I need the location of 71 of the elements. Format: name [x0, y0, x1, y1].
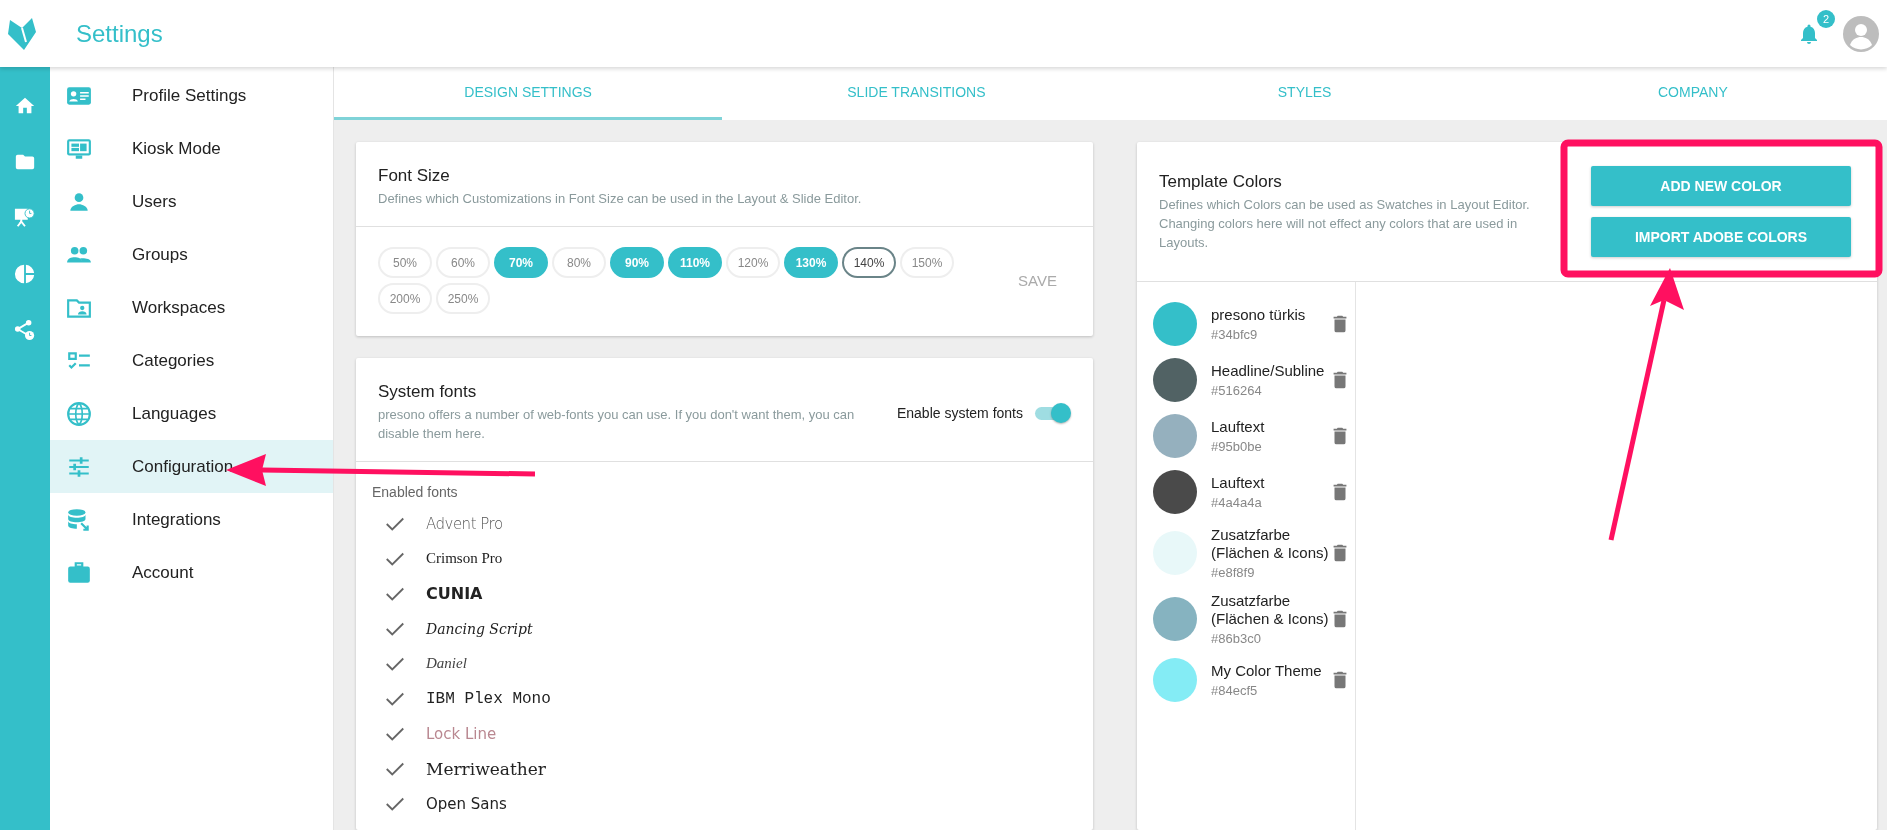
- sidebar-item[interactable]: Groups: [50, 228, 333, 281]
- font-name: Lock Line: [426, 724, 497, 743]
- sidebar-item[interactable]: Kiosk Mode: [50, 122, 333, 175]
- color-name: Headline/Subline: [1211, 362, 1326, 380]
- card-description: Defines which Colors can be used as Swatches in Layout Editor. Changing colors here will not effect any colors that are used in Layouts.: [1159, 195, 1531, 252]
- color-hex: #86b3c0: [1211, 631, 1262, 646]
- font-name: IBM Plex Mono: [426, 689, 551, 708]
- sidebar-item[interactable]: Users: [50, 175, 333, 228]
- font-size-chip[interactable]: 50%: [378, 247, 432, 278]
- font-name: Daniel: [426, 655, 467, 672]
- font-name: Advent Pro: [426, 514, 503, 533]
- toggle-label: Enable system fonts: [896, 404, 1023, 421]
- color-hex: #95b0be: [1211, 439, 1263, 454]
- database-icon: [66, 506, 92, 533]
- font-name: Dancing Script: [426, 620, 533, 637]
- section-label: Enabled fonts: [372, 484, 459, 500]
- card-description: Defines which Customizations in Font Size can be used in the Layout & Slide Editor.: [378, 190, 863, 208]
- card-title: Template Colors: [1159, 171, 1283, 192]
- font-size-chip[interactable]: 250%: [436, 283, 490, 314]
- font-size-chip[interactable]: 90%: [610, 247, 664, 278]
- color-swatch[interactable]: [1153, 302, 1197, 346]
- font-size-chip[interactable]: 120%: [726, 247, 780, 278]
- color-hex: #516264: [1211, 383, 1263, 398]
- color-swatch[interactable]: [1153, 470, 1197, 514]
- color-name: Lauftext: [1211, 474, 1266, 492]
- sidebar-item[interactable]: Account: [50, 546, 333, 599]
- color-swatch[interactable]: [1153, 358, 1197, 402]
- font-size-chip[interactable]: 150%: [900, 247, 954, 278]
- color-hex: #84ecf5: [1211, 683, 1259, 698]
- color-name: Zusatzfarbe (Flächen & Icons): [1211, 526, 1329, 562]
- color-hex: #4a4a4a: [1211, 495, 1263, 510]
- font-size-chip[interactable]: 200%: [378, 283, 432, 314]
- font-size-chip[interactable]: 130%: [784, 247, 838, 278]
- notification-badge: 2: [1817, 9, 1835, 28]
- font-size-chip[interactable]: 60%: [436, 247, 490, 278]
- action-button[interactable]: IMPORT ADOBE COLORS: [1591, 217, 1851, 257]
- page-title: Settings: [76, 19, 163, 48]
- font-name: CUNIA: [426, 584, 483, 603]
- color-swatch[interactable]: [1153, 414, 1197, 458]
- color-hex: #e8f8f9: [1211, 565, 1256, 580]
- card-title: Font Size: [378, 166, 451, 186]
- tab[interactable]: SLIDE TRANSITIONS: [722, 67, 1111, 120]
- color-name: presono türkis: [1211, 306, 1307, 324]
- font-size-chip[interactable]: 140%: [842, 247, 896, 278]
- tab[interactable]: DESIGN SETTINGS: [334, 67, 723, 120]
- card-title: System fonts: [378, 382, 478, 402]
- sidebar-item[interactable]: Configuration: [50, 440, 333, 493]
- tab[interactable]: STYLES: [1110, 67, 1499, 120]
- sidebar-item[interactable]: Workspaces: [50, 281, 333, 334]
- sidebar-item[interactable]: Integrations: [50, 493, 333, 546]
- tab[interactable]: COMPANY: [1498, 67, 1887, 120]
- sidebar-item[interactable]: Languages: [50, 387, 333, 440]
- color-name: Zusatzfarbe (Flächen & Icons): [1211, 592, 1329, 628]
- action-button[interactable]: ADD NEW COLOR: [1591, 166, 1851, 206]
- card-description: presono offers a number of web-fonts you can use. If you don't want them, you can disable them here.: [378, 406, 856, 443]
- sidebar-item[interactable]: Profile Settings: [50, 69, 333, 122]
- font-name: Crimson Pro: [426, 550, 503, 567]
- globe-icon: [66, 400, 92, 427]
- color-name: Lauftext: [1211, 418, 1266, 436]
- briefcase-icon: [66, 559, 92, 586]
- color-name: My Color Theme: [1211, 662, 1323, 680]
- color-swatch[interactable]: [1153, 658, 1197, 702]
- color-swatch[interactable]: [1153, 597, 1197, 641]
- font-name: Open Sans: [426, 794, 507, 813]
- save-button[interactable]: SAVE: [1012, 271, 1063, 290]
- font-size-chip[interactable]: 80%: [552, 247, 606, 278]
- font-size-chip[interactable]: 110%: [668, 247, 722, 278]
- font-size-chip[interactable]: 70%: [494, 247, 548, 278]
- font-name: Merriweather: [426, 758, 546, 779]
- sidebar-item[interactable]: Categories: [50, 334, 333, 387]
- color-hex: #34bfc9: [1211, 327, 1259, 342]
